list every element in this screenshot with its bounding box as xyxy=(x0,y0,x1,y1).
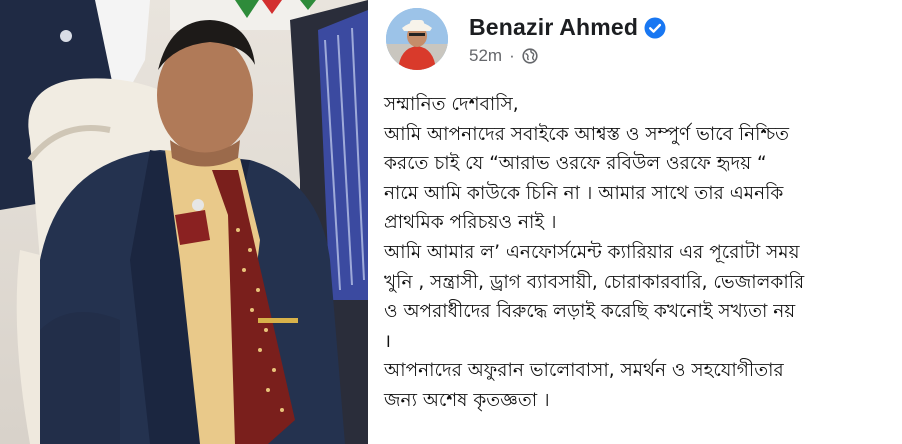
facebook-post: Benazir Ahmed 52m · সম্মানিত দেশবাসি, আম… xyxy=(372,0,902,444)
author-name[interactable]: Benazir Ahmed xyxy=(469,14,638,41)
post-line: নামে আমি কাউকে চিনি না । আমার সাথে তার এ… xyxy=(384,182,784,204)
globe-icon[interactable] xyxy=(522,48,538,64)
post-meta: 52m · xyxy=(469,46,538,66)
post-line: খুনি , সন্ত্রাসী, ড্রাগ ব্যাবসায়ী, চোরা… xyxy=(384,271,805,293)
post-line: জন্য অশেষ কৃতজ্ঞতা । xyxy=(384,389,550,411)
author-avatar[interactable] xyxy=(386,8,448,70)
post-line: সম্মানিত দেশবাসি, xyxy=(384,94,519,115)
post-line: আমি আপনাদের সবাইকে আশ্বস্ত ও সম্পুর্ণ ভা… xyxy=(384,123,790,145)
verified-badge-icon xyxy=(644,17,666,39)
post-line: আপনাদের অফুরান ভালোবাসা, সমর্থন ও সহযোগী… xyxy=(384,360,784,382)
avatar-image xyxy=(386,8,448,70)
post-line: করতে চাই যে “আরাভ ওরফে রবিউল ওরফে হৃদয় … xyxy=(384,153,767,175)
meta-separator: · xyxy=(509,46,515,65)
post-body: সম্মানিত দেশবাসি, আমি আপনাদের সবাইকে আশ্… xyxy=(384,90,894,416)
post-line: প্রাথমিক পরিচয়ও নাই । xyxy=(384,212,557,234)
post-timestamp[interactable]: 52m xyxy=(469,46,502,66)
post-line: আমি আমার ল’ এনফোর্সমেন্ট ক্যারিয়ার এর প… xyxy=(384,241,800,263)
event-photo xyxy=(0,0,368,444)
post-line: ও অপরাধীদের বিরুদ্ধে লড়াই করেছি কখনোই স… xyxy=(384,301,796,323)
event-photo-illustration xyxy=(0,0,368,444)
post-line: । xyxy=(384,330,392,352)
